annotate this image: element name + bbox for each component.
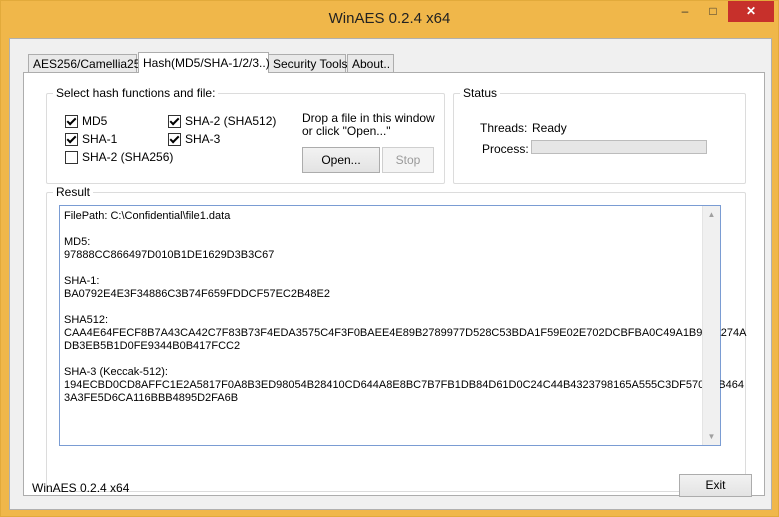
result-line <box>64 223 700 236</box>
result-scrollbar[interactable]: ▲ ▼ <box>702 206 720 445</box>
maximize-button[interactable]: □ <box>700 1 726 22</box>
exit-button[interactable]: Exit <box>679 474 752 497</box>
close-button[interactable]: ✕ <box>728 1 774 22</box>
drop-hint-line1: Drop a file in this window <box>302 111 435 125</box>
client-area: AES256/Camellia256 Hash(MD5/SHA-1/2/3..)… <box>9 38 772 510</box>
threads-label: Threads: <box>480 121 528 135</box>
sha3-label: SHA-3 <box>185 132 221 146</box>
result-line: SHA512: <box>64 314 109 326</box>
sha2-512-check-box[interactable] <box>168 114 181 128</box>
sha1-check-box[interactable] <box>65 132 78 146</box>
scroll-down-icon[interactable]: ▼ <box>703 428 720 445</box>
sha2-256-label: SHA-2 (SHA256) <box>82 150 174 164</box>
open-button[interactable]: Open... <box>302 147 380 173</box>
hash-group-label: Select hash functions and file: <box>53 86 219 100</box>
tab-hash[interactable]: Hash(MD5/SHA-1/2/3..) <box>138 52 270 73</box>
sha2-256-check-box[interactable] <box>65 150 78 164</box>
result-text: FilePath: C:\Confidential\file1.data MD5:… <box>64 210 747 405</box>
sha2-512-checkbox[interactable]: SHA-2 (SHA512) <box>168 114 276 128</box>
md5-checkbox[interactable]: MD5 <box>65 114 107 128</box>
tab-aes[interactable]: AES256/Camellia256 <box>28 54 147 72</box>
result-line <box>64 301 700 314</box>
minimize-button[interactable]: – <box>671 1 699 22</box>
md5-check-box[interactable] <box>65 114 78 128</box>
status-group: Status Threads: Ready Process: <box>453 86 746 184</box>
window-title: WinAES 0.2.4 x64 <box>328 10 451 27</box>
result-textarea[interactable]: FilePath: C:\Confidential\file1.data MD5:… <box>59 205 747 446</box>
result-line: CAA4E64FECF8B7A43CA42C7F83B73F4EDA3575C4… <box>64 327 747 339</box>
result-line: 97888CC866497D010B1DE1629D3B3C67 <box>64 249 275 261</box>
sha2-256-checkbox[interactable]: SHA-2 (SHA256) <box>65 150 173 164</box>
result-line: 194ECBD0CD8AFFC1E2A5817F0A8B3ED98054B284… <box>64 379 745 391</box>
sha1-checkbox[interactable]: SHA-1 <box>65 132 117 146</box>
status-group-label: Status <box>460 86 501 100</box>
footer-version: WinAES 0.2.4 x64 <box>32 481 130 495</box>
tab-security-tools[interactable]: Security Tools <box>268 54 347 72</box>
md5-label: MD5 <box>82 114 108 128</box>
process-progress-bar <box>531 140 707 154</box>
sha3-checkbox[interactable]: SHA-3 <box>168 132 220 146</box>
tab-about[interactable]: About.. <box>347 54 394 72</box>
result-line: MD5: <box>64 236 91 248</box>
result-line: SHA-3 (Keccak-512): <box>64 366 168 378</box>
result-line: 3A3FE5D6CA116BBB4895D2FA6B <box>64 392 239 404</box>
scroll-up-icon[interactable]: ▲ <box>703 206 720 223</box>
sha2-512-label: SHA-2 (SHA512) <box>185 114 277 128</box>
drop-hint-line2: or click "Open..." <box>302 124 391 138</box>
title-bar: WinAES 0.2.4 x64 – □ ✕ <box>1 1 778 37</box>
result-line <box>64 262 700 275</box>
hash-select-group: Select hash functions and file: MD5 SHA-… <box>46 86 445 184</box>
result-group-label: Result <box>53 185 94 199</box>
threads-value: Ready <box>532 121 567 135</box>
result-line: FilePath: C:\Confidential\file1.data <box>64 210 231 222</box>
sha3-check-box[interactable] <box>168 132 181 146</box>
stop-button[interactable]: Stop <box>382 147 434 173</box>
app-window: WinAES 0.2.4 x64 – □ ✕ AES256/Camellia25… <box>0 0 779 517</box>
process-label: Process: <box>482 142 529 156</box>
result-line <box>64 353 700 366</box>
sha1-label: SHA-1 <box>82 132 118 146</box>
result-line: BA0792E4E3F34886C3B74F659FDDCF57EC2B48E2 <box>64 288 330 300</box>
result-line: SHA-1: <box>64 275 100 287</box>
result-line: DB3EB5B1D0FE9344B0B417FCC2 <box>64 340 241 352</box>
